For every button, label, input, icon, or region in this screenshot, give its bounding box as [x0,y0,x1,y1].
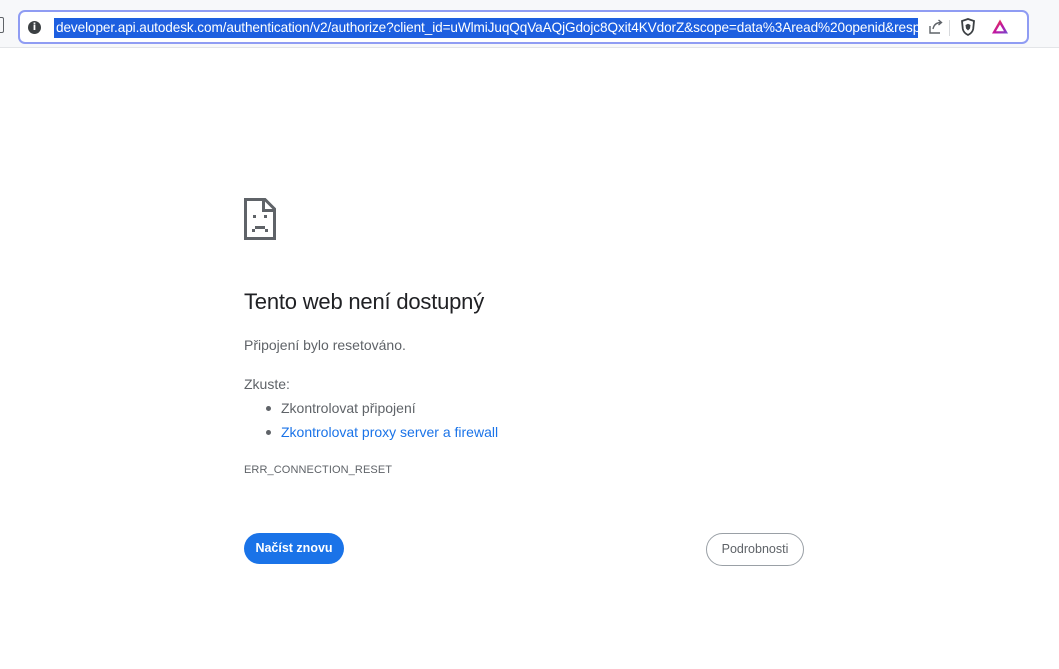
suggestions-list: Zkontrolovat připojení Zkontrolovat prox… [264,396,498,444]
error-summary: Připojení bylo resetováno. [244,337,406,353]
reload-button[interactable]: Načíst znovu [244,533,344,564]
url-text-selected[interactable]: developer.api.autodesk.com/authenticatio… [54,18,918,38]
side-panel-icon[interactable] [0,17,4,33]
url-field[interactable]: developer.api.autodesk.com/authenticatio… [54,18,918,38]
list-item: Zkontrolovat připojení [264,396,498,420]
share-icon[interactable] [926,17,946,37]
browser-toolbar: i developer.api.autodesk.com/authenticat… [0,0,1059,48]
check-connection-text: Zkontrolovat připojení [281,400,416,416]
error-code: ERR_CONNECTION_RESET [244,464,393,476]
page-title: Tento web není dostupný [244,289,485,314]
list-item[interactable]: Zkontrolovat proxy server a firewall [264,420,498,444]
address-bar[interactable]: i developer.api.autodesk.com/authenticat… [18,10,1029,44]
toolbar-divider [949,20,950,36]
suggestions-label: Zkuste: [244,376,290,392]
details-button[interactable]: Podrobnosti [706,533,804,566]
brave-shield-icon[interactable] [958,17,978,37]
sad-page-icon [244,198,276,240]
check-proxy-firewall-link[interactable]: Zkontrolovat proxy server a firewall [281,424,498,440]
brave-rewards-icon[interactable] [990,17,1010,37]
site-info-icon[interactable]: i [28,21,41,34]
